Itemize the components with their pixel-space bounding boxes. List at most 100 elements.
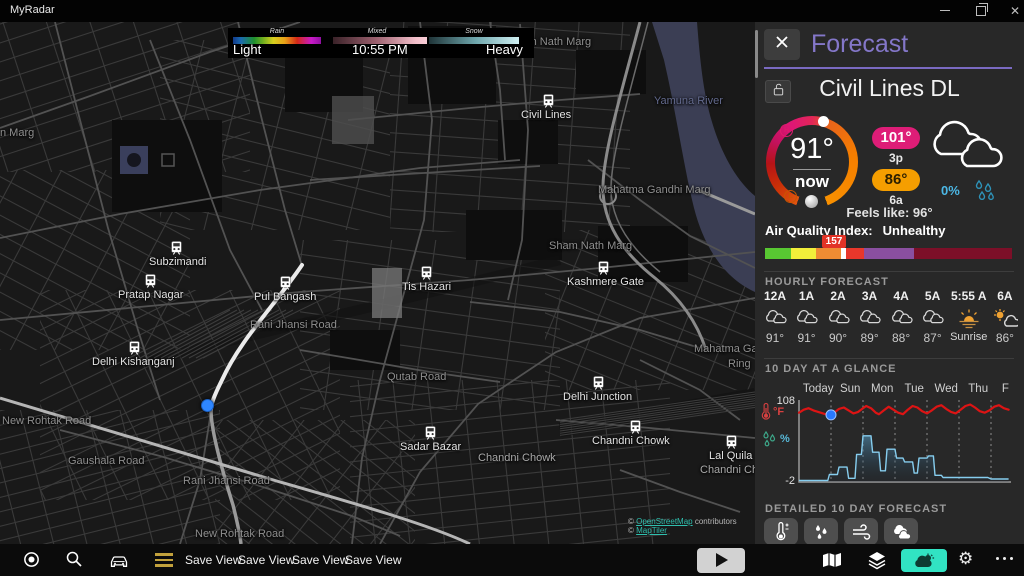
cloud-sun-icon [912, 553, 936, 569]
glance-heading: 10 DAY AT A GLANCE [765, 363, 897, 375]
metro-station-icon [171, 241, 182, 260]
aqi-segment [864, 248, 914, 259]
detail-precip-button[interactable] [804, 518, 838, 545]
hourly-item: 5:55 A Sunrise [950, 289, 987, 345]
radar-play-button[interactable] [697, 548, 745, 573]
detailed-forecast-buttons [764, 518, 918, 545]
metro-station-icon [726, 435, 737, 454]
restore-button[interactable] [966, 0, 996, 22]
hour-label: 2A [824, 289, 852, 305]
svg-text:Sun: Sun [840, 383, 860, 395]
legend-mixed-label: Mixed [332, 28, 422, 35]
sunrise-icon [950, 307, 987, 331]
map-label: Qutab Road [387, 371, 446, 383]
save-view-button[interactable]: Save View [238, 553, 294, 567]
hour-label: 5:55 A [950, 289, 987, 305]
close-forecast-button[interactable] [764, 29, 800, 60]
metro-station-icon [280, 276, 291, 295]
detail-clouds-button[interactable] [884, 518, 918, 545]
hour-label: 4A [887, 289, 915, 305]
svg-text:Tue: Tue [905, 383, 924, 395]
hour-label: 6A [991, 289, 1019, 305]
hourly-heading: HOURLY FORECAST [765, 276, 889, 288]
save-view-button[interactable]: Save View [345, 553, 401, 567]
metro-station-icon [145, 274, 156, 293]
minimize-button[interactable] [930, 0, 960, 22]
cloudy-icon [761, 307, 789, 331]
hour-temp: 91° [793, 331, 821, 345]
panel-divider [764, 67, 1012, 69]
map-label: Sham Nath Marg [549, 240, 632, 252]
aqi-segment [846, 248, 864, 259]
detail-wind-button[interactable] [844, 518, 878, 545]
svg-text:Today: Today [803, 383, 834, 395]
high-temp-pill: 101° [872, 127, 920, 149]
current-temp-dial: H L 91° now [766, 116, 858, 208]
temp-axis-legend: °F [761, 402, 784, 421]
osm-link[interactable]: OpenStreetMap [636, 517, 692, 526]
current-condition-cloud-icon [925, 116, 1011, 181]
location-name: Civil Lines DL [755, 75, 1024, 102]
traffic-button[interactable] [108, 552, 130, 573]
hourly-item: 6A 86° [991, 289, 1019, 345]
more-options-button[interactable] [996, 557, 1013, 560]
menu-button[interactable] [155, 553, 173, 570]
map-label: Chandni Chowk [478, 452, 556, 464]
now-label: now [766, 172, 858, 192]
hour-temp: 90° [824, 331, 852, 345]
save-view-button[interactable]: Save View [185, 553, 241, 567]
hour-temp: 88° [887, 331, 915, 345]
aqi-value-badge: 157 [822, 235, 846, 248]
detail-thermometer-button[interactable] [764, 518, 798, 545]
svg-text:-2: -2 [785, 475, 795, 486]
map-label: Yamuna River [654, 95, 723, 107]
legend-snow-label: Snow [429, 28, 519, 35]
hour-label: 3A [856, 289, 884, 305]
close-window-button[interactable]: ✕ [1000, 0, 1024, 22]
metro-station-icon [593, 376, 604, 395]
precip-chance-value: 0% [941, 183, 960, 198]
svg-text:Mon: Mon [871, 383, 893, 395]
weather-button-active[interactable] [901, 549, 947, 572]
metro-station-icon [543, 94, 554, 113]
svg-text:Thu: Thu [968, 383, 988, 395]
hourly-forecast-strip[interactable]: 12A 91°1A 91°2A 90°3A 89°4A 88°5A 87°5:5… [761, 289, 1019, 345]
hour-temp: 86° [991, 331, 1019, 345]
map-attribution: © OpenStreetMap contributors © MapTiler [628, 517, 737, 535]
map-label: New Rohtak Road [195, 528, 284, 540]
title-bar: MyRadar ✕ [0, 0, 1024, 22]
high-temp-time: 3p [872, 151, 920, 165]
map[interactable]: n MargSham Nath MargCivil LinesYamuna Ri… [0, 22, 755, 544]
aqi-segment [765, 248, 791, 259]
hour-label: 5A [919, 289, 947, 305]
aqi-status: Unhealthy [883, 223, 946, 238]
aqi-segment [914, 248, 1012, 259]
map-label: Rani Jhansi Road [183, 475, 270, 487]
cloudy-icon [856, 307, 884, 331]
precip-axis-legend: % [761, 430, 790, 447]
raindrops-icon [971, 177, 997, 208]
layers-button[interactable] [866, 550, 888, 575]
forecast-panel: Forecast Civil Lines DL H L 91° now 101°… [755, 22, 1024, 544]
maptiler-link[interactable]: MapTiler [636, 526, 667, 535]
detailed-heading: DETAILED 10 DAY FORECAST [765, 503, 947, 515]
maps-button[interactable] [820, 551, 844, 574]
aqi-segment [791, 248, 816, 259]
settings-button[interactable]: ⚙ [958, 549, 973, 569]
metro-station-icon [598, 261, 609, 280]
thermometer-icon [761, 402, 771, 421]
droplets-icon [761, 430, 777, 447]
hourly-item: 5A 87° [919, 289, 947, 345]
play-icon [716, 553, 728, 567]
aqi-color-bar [765, 248, 1012, 259]
search-button[interactable] [65, 550, 83, 573]
hour-temp: Sunrise [950, 331, 987, 343]
metro-station-icon [129, 341, 140, 360]
radar-legend: Rain Mixed Snow Light 10:55 PM Heavy [228, 28, 534, 58]
track-location-button[interactable] [22, 550, 41, 574]
save-view-button[interactable]: Save View [292, 553, 348, 567]
current-time-dot [818, 116, 829, 127]
metro-station-icon [425, 426, 436, 445]
legend-time-label: 10:55 PM [352, 42, 408, 57]
panel-scrollbar[interactable] [755, 30, 758, 78]
